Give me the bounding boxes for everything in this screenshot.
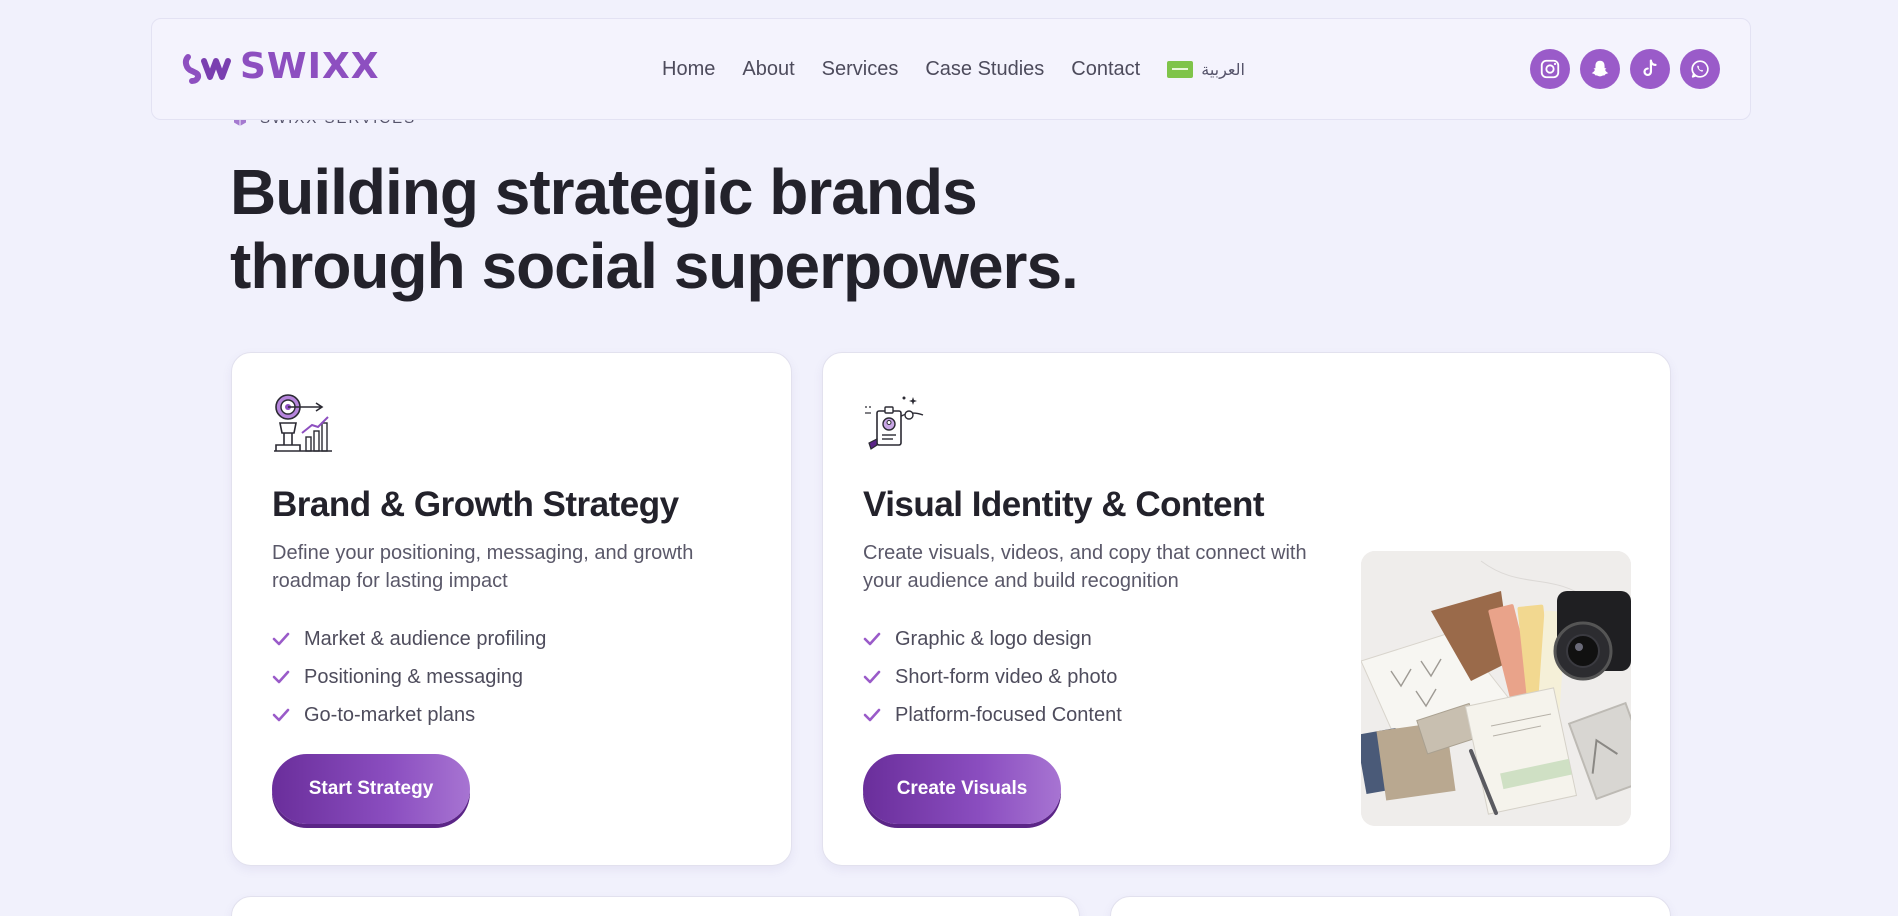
nav-services[interactable]: Services [822, 58, 899, 81]
snapchat-icon [1591, 60, 1609, 77]
tiktok-icon [1643, 59, 1657, 77]
feature-label: Go-to-market plans [304, 703, 476, 726]
card-title: Visual Identity & Content [863, 485, 1265, 524]
list-item: Positioning & messaging [272, 658, 546, 696]
site-header: SWIXX Home About Services Case Studies C… [151, 18, 1751, 120]
flag-icon [1167, 60, 1194, 78]
check-icon [863, 632, 881, 646]
swixx-logo-mark [182, 54, 231, 84]
service-card-3 [231, 896, 1080, 916]
check-icon [863, 708, 881, 722]
service-card-visual: Visual Identity & Content Create visuals… [822, 352, 1671, 866]
create-visuals-button[interactable]: Create Visuals [863, 754, 1061, 824]
card-description: Define your positioning, messaging, and … [272, 542, 694, 592]
list-item: Graphic & logo design [863, 620, 1122, 658]
check-icon [272, 632, 290, 646]
social-links [1530, 49, 1720, 89]
list-item: Short-form video & photo [863, 658, 1122, 696]
feature-list: Market & audience profiling Positioning … [272, 620, 546, 734]
nav-case-studies[interactable]: Case Studies [925, 58, 1044, 81]
target-growth-icon [274, 394, 332, 452]
nav-home[interactable]: Home [662, 58, 715, 81]
flatlay-illustration [1361, 551, 1631, 826]
check-icon [272, 708, 290, 722]
service-card-4 [1110, 896, 1671, 916]
card-title: Brand & Growth Strategy [272, 485, 679, 524]
check-icon [272, 670, 290, 684]
card-description: Create visuals, videos, and copy that co… [863, 542, 1307, 592]
hero-title-line-1: Building strategic brands [230, 156, 978, 228]
feature-label: Positioning & messaging [304, 665, 524, 688]
main-nav: Home About Services Case Studies Contact… [662, 19, 1245, 119]
brand-name: SWIXX [240, 46, 380, 87]
instagram-link[interactable] [1530, 49, 1570, 89]
feature-label: Platform-focused Content [895, 703, 1122, 726]
service-card-strategy: Brand & Growth Strategy Define your posi… [231, 352, 792, 866]
list-item: Market & audience profiling [272, 620, 546, 658]
start-strategy-button[interactable]: Start Strategy [272, 754, 470, 824]
check-icon [863, 670, 881, 684]
hero-title: Building strategic brands through social… [230, 155, 1130, 303]
list-item: Platform-focused Content [863, 696, 1122, 734]
tiktok-link[interactable] [1630, 49, 1670, 89]
branding-flatlay-image [1361, 551, 1631, 826]
feature-label: Short-form video & photo [895, 665, 1118, 688]
feature-label: Market & audience profiling [304, 627, 547, 650]
language-switcher[interactable]: العربية [1167, 60, 1245, 79]
list-item: Go-to-market plans [272, 696, 546, 734]
nav-about[interactable]: About [742, 58, 794, 81]
feature-list: Graphic & logo design Short-form video &… [863, 620, 1122, 734]
hero-title-line-2: through social superpowers. [230, 230, 1079, 302]
whatsapp-link[interactable] [1680, 49, 1720, 89]
instagram-icon [1540, 59, 1560, 79]
nav-contact[interactable]: Contact [1071, 58, 1140, 81]
language-label: العربية [1201, 59, 1245, 79]
feature-label: Graphic & logo design [895, 627, 1092, 650]
brand-logo[interactable]: SWIXX [182, 49, 380, 85]
identity-card-icon [865, 396, 924, 450]
snapchat-link[interactable] [1580, 49, 1620, 89]
page: SWIXX Home About Services Case Studies C… [0, 0, 1898, 916]
whatsapp-icon [1691, 60, 1709, 78]
